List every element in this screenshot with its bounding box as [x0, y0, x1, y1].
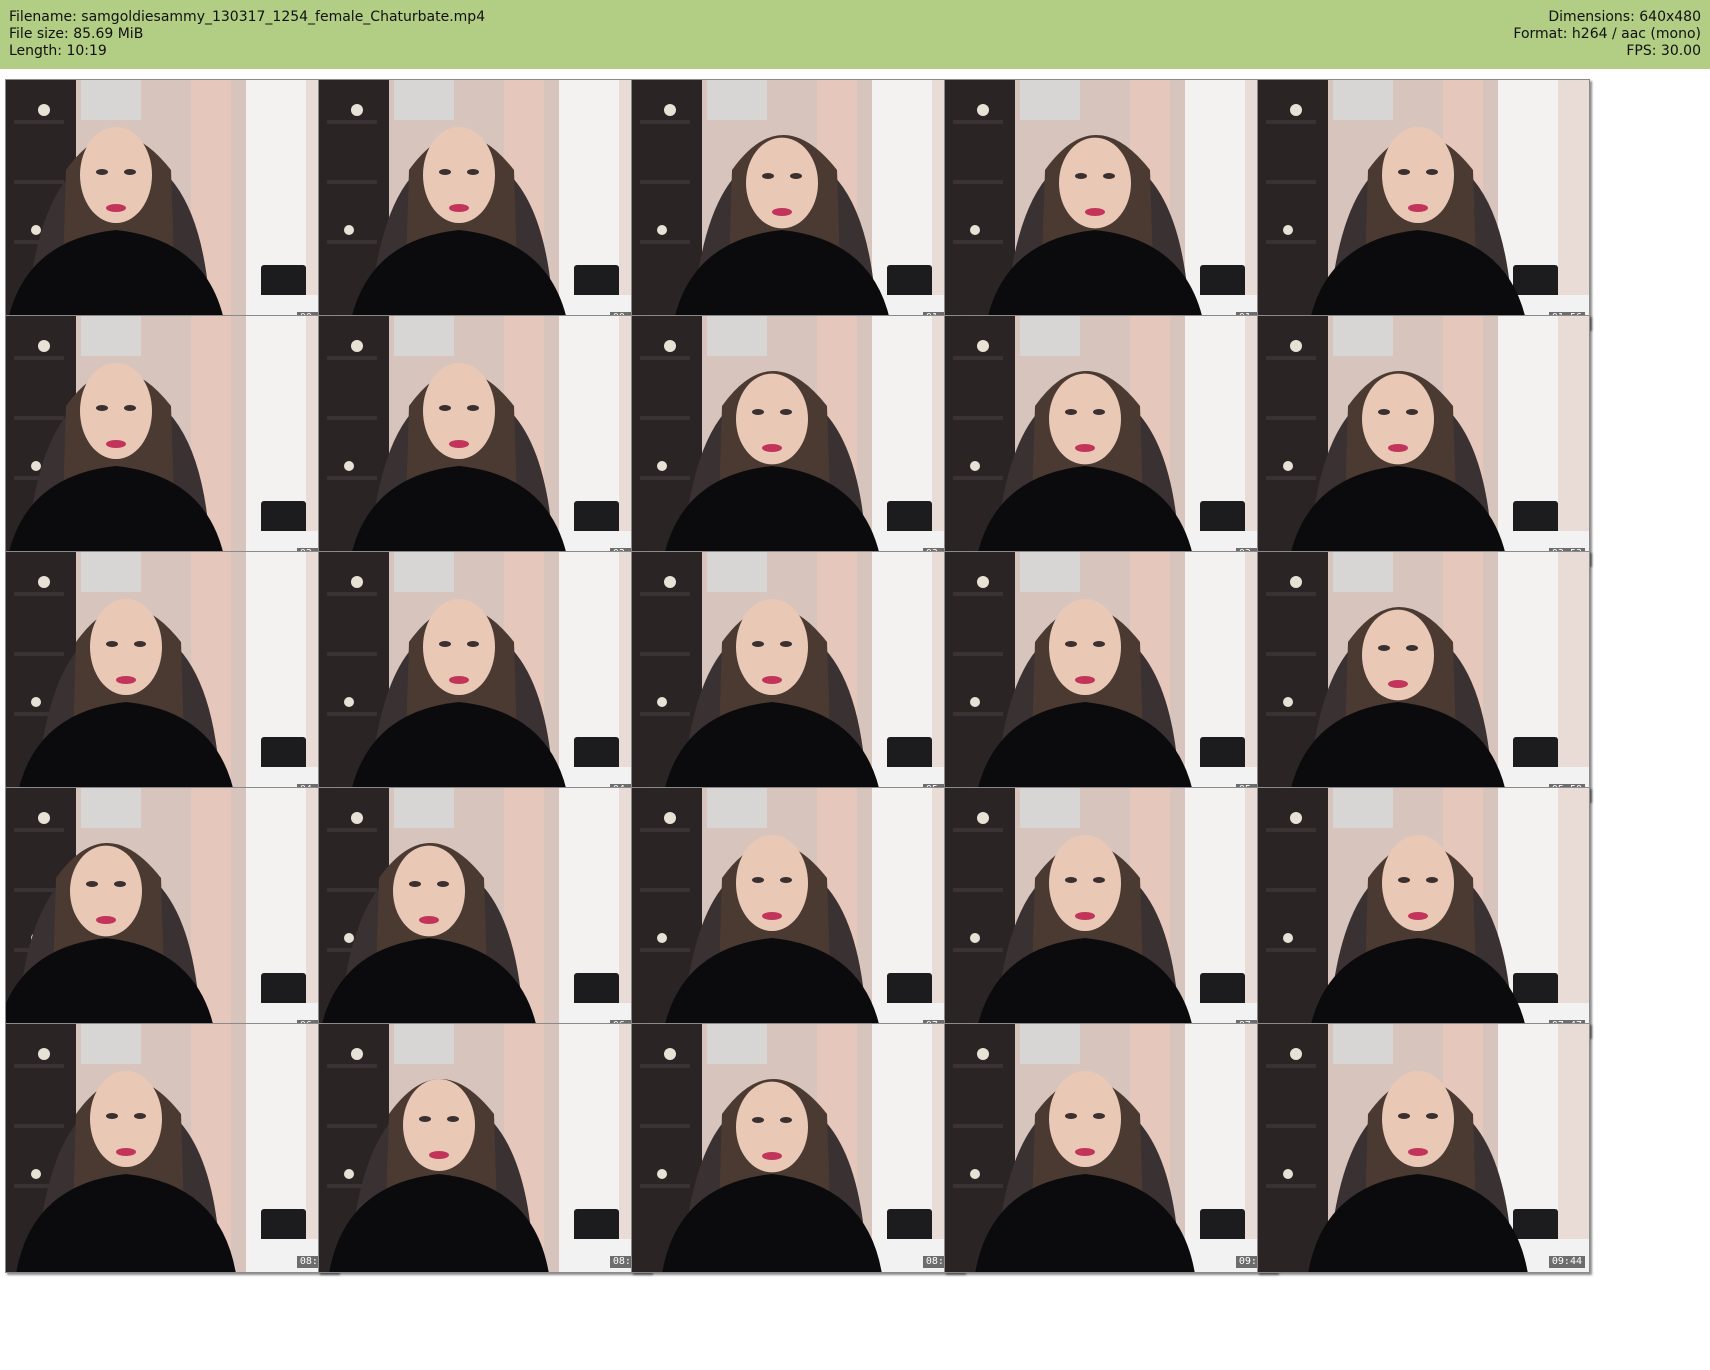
fps-text: FPS: 30.00: [1626, 43, 1701, 59]
video-frame-image: [319, 316, 650, 564]
thumbnail-frame: 09:44: [1257, 1023, 1590, 1273]
thumbnail-frame: 01:33: [944, 79, 1277, 329]
thumbnail-frame: 07:01: [631, 787, 964, 1037]
thumbnail-frame: 07:47: [1257, 787, 1590, 1037]
length-text: Length: 10:19: [9, 43, 107, 59]
thumbnail-frame: 02:20: [5, 315, 338, 565]
video-frame-image: [319, 552, 650, 800]
thumbnail-grid: 00:23: [0, 69, 1710, 1370]
info-left: Filename: samgoldiesammy_130317_1254_fem…: [9, 9, 485, 60]
thumbnail-frame: 09:21: [944, 1023, 1277, 1273]
filesize-text: File size: 85.69 MiB: [9, 26, 144, 42]
thumbnail-frame: 04:40: [318, 551, 651, 801]
video-frame-image: [1258, 552, 1589, 800]
video-frame-image: [945, 788, 1276, 1036]
info-right: Dimensions: 640x480 Format: h264 / aac (…: [1513, 9, 1701, 60]
thumbnail-frame: 05:04: [631, 551, 964, 801]
video-frame-image: [632, 80, 963, 328]
video-frame-image: [1258, 80, 1589, 328]
thumbnail-frame: 08:11: [5, 1023, 338, 1273]
video-frame-image: [6, 788, 337, 1036]
video-frame-image: [6, 552, 337, 800]
video-frame-image: [319, 80, 650, 328]
video-frame-image: [632, 1024, 963, 1272]
thumbnail-frame: 01:10: [631, 79, 964, 329]
thumbnail-frame: 07:24: [944, 787, 1277, 1037]
video-frame-image: [319, 788, 650, 1036]
thumbnail-frame: 00:23: [5, 79, 338, 329]
thumbnail-frame: 05:50: [1257, 551, 1590, 801]
thumbnail-frame: 06:14: [5, 787, 338, 1037]
timestamp-label: 09:44: [1548, 1256, 1585, 1268]
video-frame-image: [945, 316, 1276, 564]
video-frame-image: [632, 788, 963, 1036]
thumbnail-frame: 06:37: [318, 787, 651, 1037]
thumbnail-frame: 02:43: [318, 315, 651, 565]
thumbnail-frame: 03:53: [1257, 315, 1590, 565]
dimensions-text: Dimensions: 640x480: [1548, 9, 1701, 25]
video-frame-image: [632, 552, 963, 800]
video-frame-image: [1258, 1024, 1589, 1272]
thumbnail-frame: 00:46: [318, 79, 651, 329]
filename-text: Filename: samgoldiesammy_130317_1254_fem…: [9, 9, 486, 25]
thumbnail-frame: 01:56: [1257, 79, 1590, 329]
thumbnail-frame: 08:58: [631, 1023, 964, 1273]
video-frame-image: [6, 80, 337, 328]
video-frame-image: [6, 1024, 337, 1272]
video-frame-image: [319, 1024, 650, 1272]
thumbnail-frame: 05:27: [944, 551, 1277, 801]
video-frame-image: [945, 552, 1276, 800]
video-frame-image: [1258, 788, 1589, 1036]
video-frame-image: [6, 316, 337, 564]
format-text: Format: h264 / aac (mono): [1513, 26, 1701, 42]
video-frame-image: [632, 316, 963, 564]
video-frame-image: [1258, 316, 1589, 564]
thumbnail-frame: 03:30: [944, 315, 1277, 565]
video-frame-image: [945, 80, 1276, 328]
info-header: Filename: samgoldiesammy_130317_1254_fem…: [0, 0, 1710, 69]
thumbnail-frame: 08:34: [318, 1023, 651, 1273]
video-frame-image: [945, 1024, 1276, 1272]
thumbnail-frame: 04:17: [5, 551, 338, 801]
thumbnail-frame: 03:07: [631, 315, 964, 565]
